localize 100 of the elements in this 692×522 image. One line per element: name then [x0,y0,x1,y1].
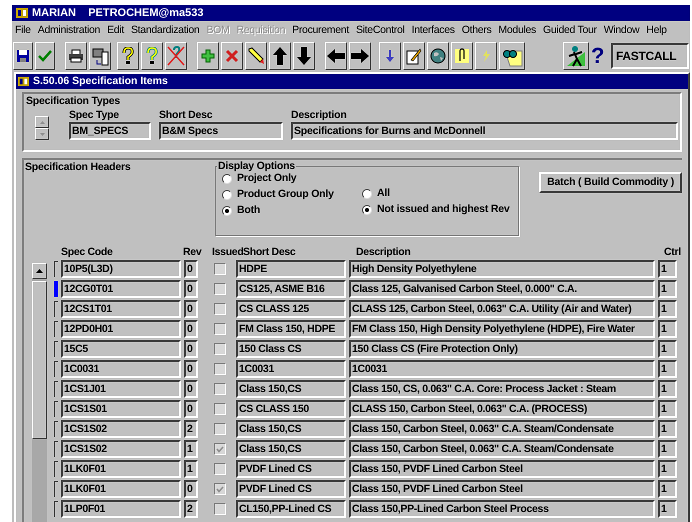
issued-checkbox[interactable] [214,423,226,435]
assistant-button[interactable] [563,42,589,70]
menu-item[interactable]: Guided Tour [543,22,597,38]
rev-cell[interactable]: 1 [184,460,198,478]
row-indicator[interactable] [54,481,58,497]
short-desc-cell[interactable]: CS CLASS 150 [236,400,346,418]
radio-option[interactable]: Not issued and highest Rev [362,202,510,218]
row-indicator[interactable] [54,441,58,457]
spec-code-cell[interactable]: 12CS1T01 [61,300,181,318]
description-cell[interactable]: Class 150, PVDF Lined Carbon Steel [349,480,655,498]
run-button[interactable] [475,42,497,70]
rev-cell[interactable]: 0 [184,400,198,418]
menu-item[interactable]: Interfaces [412,22,455,38]
menu-item[interactable]: Window [604,22,640,38]
short-desc-cell[interactable]: CS CLASS 125 [236,300,346,318]
description-cell[interactable]: FM Class 150, High Density Polyethylene (HDPE), Fire Water [349,320,655,338]
delete-button[interactable] [221,42,243,70]
short-desc-cell[interactable]: HDPE [236,260,346,278]
description-cell[interactable]: CLASS 125, Carbon Steel, 0.063" C.A. Utility (Air and Water) [349,300,655,318]
next-button[interactable] [349,42,371,70]
rev-cell[interactable]: 0 [184,340,198,358]
row-indicator[interactable] [54,321,58,337]
menu-item[interactable]: Administration [38,22,100,38]
short-desc-cell[interactable]: Class 150,CS [236,380,346,398]
scrollbar-thumb[interactable] [32,281,47,439]
batch-button[interactable]: Batch ( Build Commodity ) [539,172,682,193]
rev-cell[interactable]: 0 [184,320,198,338]
short-desc-cell[interactable]: PVDF Lined CS [236,480,346,498]
spec-code-cell[interactable]: 1LP0F01 [61,500,181,518]
spec-code-cell[interactable]: 1CS1S02 [61,420,181,438]
rev-cell[interactable]: 1 [184,440,198,458]
spec-code-cell[interactable]: 15C5 [61,340,181,358]
description-cell[interactable]: Class 150, PVDF Lined Carbon Steel [349,460,655,478]
short-desc-field[interactable]: B&M Specs [159,122,283,140]
move-up-button[interactable] [269,42,291,70]
spec-code-cell[interactable]: 1CS1S02 [61,440,181,458]
row-indicator[interactable] [54,461,58,477]
issued-checkbox[interactable] [214,383,226,395]
rev-cell[interactable]: 0 [184,360,198,378]
confirm-button[interactable] [35,42,55,70]
ctrl-cell[interactable]: 1 [658,320,677,338]
help-button[interactable]: ? [591,45,605,67]
cancel-button[interactable] [165,42,187,70]
issued-checkbox[interactable] [214,343,226,355]
previous-button[interactable] [325,42,347,70]
menu-item[interactable]: SiteControl [356,22,405,38]
ctrl-cell[interactable]: 1 [658,440,677,458]
context-help-button[interactable] [141,42,163,70]
radio-option[interactable]: Project Only [222,171,362,187]
ctrl-cell[interactable]: 1 [658,380,677,398]
download-button[interactable] [379,42,401,70]
ctrl-cell[interactable]: 1 [658,360,677,378]
short-desc-cell[interactable]: PVDF Lined CS [236,460,346,478]
issued-checkbox[interactable] [214,503,226,515]
print-setup-button[interactable] [89,42,111,70]
description-cell[interactable]: CLASS 150, Carbon Steel, 0.063" C.A. (PROCESS) [349,400,655,418]
spec-code-cell[interactable]: 1CS1J01 [61,380,181,398]
ctrl-cell[interactable]: 1 [658,480,677,498]
spec-code-cell[interactable]: 12PD0H01 [61,320,181,338]
attach-button[interactable] [451,42,473,70]
description-cell[interactable]: 1C0031 [349,360,655,378]
ctrl-cell[interactable]: 1 [658,280,677,298]
rev-cell[interactable]: 2 [184,420,198,438]
short-desc-cell[interactable]: Class 150,CS [236,440,346,458]
issued-checkbox[interactable] [214,323,226,335]
move-down-button[interactable] [293,42,315,70]
radio-option[interactable]: Product Group Only [222,187,362,203]
spec-code-cell[interactable]: 1LK0F01 [61,480,181,498]
menu-item[interactable]: Help [646,22,667,38]
spec-code-cell[interactable]: 1CS1S01 [61,400,181,418]
menu-item[interactable]: Procurement [292,22,349,38]
row-indicator[interactable] [54,381,58,397]
issued-checkbox[interactable] [214,463,226,475]
issued-checkbox[interactable] [214,483,226,495]
short-desc-cell[interactable]: Class 150,CS [236,420,346,438]
web-button[interactable] [427,42,449,70]
issued-checkbox[interactable] [214,403,226,415]
description-cell[interactable]: Class 150, Carbon Steel, 0.063" C.A. Steam/Condensate [349,420,655,438]
radio-button[interactable] [222,174,232,184]
short-desc-cell[interactable]: 1C0031 [236,360,346,378]
scroll-up-button[interactable] [32,263,47,279]
spec-code-cell[interactable]: 1LK0F01 [61,460,181,478]
row-indicator[interactable] [54,361,58,377]
row-indicator[interactable] [54,261,58,277]
ctrl-cell[interactable]: 1 [658,500,677,518]
description-cell[interactable]: High Density Polyethylene [349,260,655,278]
short-desc-cell[interactable]: CL150,PP-Lined CS [236,500,346,518]
menu-item[interactable]: Modules [498,22,536,38]
menu-item[interactable]: Standardization [130,22,200,38]
description-cell[interactable]: Class 150,PP-Lined Carbon Steel Process [349,500,655,518]
radio-button[interactable] [362,205,372,215]
scroll-down-button[interactable] [35,128,49,140]
rev-cell[interactable]: 0 [184,380,198,398]
row-indicator[interactable] [54,501,58,517]
issued-checkbox[interactable] [214,283,226,295]
description-field[interactable]: Specifications for Burns and McDonnell [291,122,678,140]
scroll-up-button[interactable] [35,116,49,128]
save-button[interactable] [13,42,33,70]
row-indicator[interactable] [54,421,58,437]
spec-code-cell[interactable]: 12CG0T01 [61,280,181,298]
